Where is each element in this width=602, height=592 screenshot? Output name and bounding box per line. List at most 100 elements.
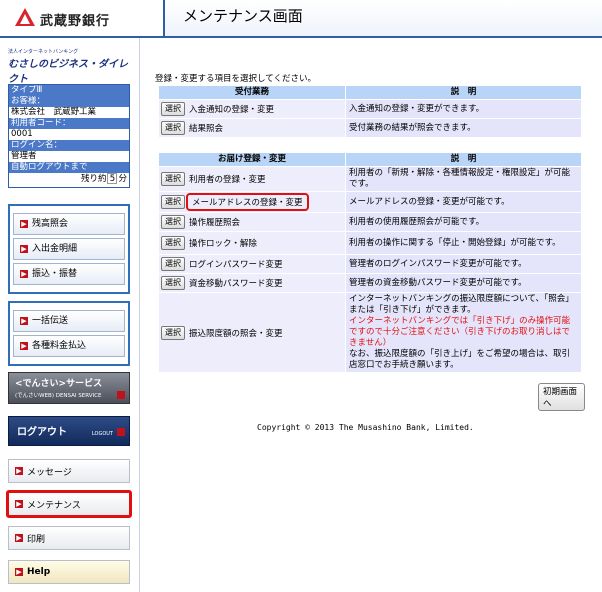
auto-logout-label: 自動ログアウトまで <box>9 162 129 173</box>
arrow-right-icon: ▶ <box>20 270 28 278</box>
row-description: 入金通知の登録・変更ができます。 <box>346 100 581 118</box>
arrow-right-icon: ▶ <box>15 534 23 542</box>
nav-label: 各種料金払込 <box>32 341 87 351</box>
arrow-right-icon <box>117 428 125 436</box>
nav-transfer[interactable]: ▶ 振込・振替 <box>13 263 125 285</box>
login-name-label: ログイン名： <box>9 140 129 151</box>
page-title: メンテナンス画面 <box>183 7 303 25</box>
maintenance-button[interactable]: ▶ メンテナンス <box>6 490 132 518</box>
arrow-right-icon <box>117 391 125 399</box>
row-description: 管理者のログインパスワード変更が可能です。 <box>346 255 581 273</box>
table-row: 選択 操作ロック・解除 <box>159 232 345 254</box>
logout-button[interactable]: ログアウト LOGOUT <box>8 416 130 446</box>
print-label: 印刷 <box>27 534 46 545</box>
row-description: インターネットバンキングの振込限度額について、「照会」または「引き下げ」ができま… <box>346 293 581 372</box>
arrow-right-icon: ▶ <box>20 245 28 253</box>
arrow-right-icon: ▶ <box>15 500 23 508</box>
arrow-right-icon: ▶ <box>20 342 28 350</box>
arrow-right-icon: ▶ <box>15 467 23 475</box>
table-row: 選択 利用者の登録・変更 <box>159 167 345 191</box>
row-label: 操作履歴照会 <box>189 218 241 228</box>
bank-name: 武蔵野銀行 <box>40 14 111 29</box>
arrow-right-icon: ▶ <box>15 568 23 576</box>
nav-group-bulk: ▶ 一括伝送 ▶ 各種料金払込 <box>8 301 130 366</box>
select-button[interactable]: 選択 <box>161 276 185 290</box>
table-header: 受付業務 <box>159 86 345 99</box>
table-row: 選択 振込限度額の照会・変更 <box>159 293 345 372</box>
registration-table: お届け登録・変更 説 明 選択 利用者の登録・変更 利用者の「新規・解除・各種情報… <box>158 152 582 373</box>
densai-subtitle: (でんさいWEB) DENSAI SERVICE <box>15 393 102 399</box>
help-label: Help <box>27 567 51 577</box>
table-row: 選択 入金通知の登録・変更 <box>159 100 345 118</box>
table-row: 選択 結果照会 <box>159 119 345 137</box>
nav-label: 残高照会 <box>32 219 69 229</box>
select-button[interactable]: 選択 <box>161 172 185 186</box>
select-button[interactable]: 選択 <box>161 257 185 271</box>
row-description: 利用者の操作に関する「停止・開始登録」が可能です。 <box>346 232 581 254</box>
print-button[interactable]: ▶ 印刷 <box>8 526 130 550</box>
help-button[interactable]: ▶ Help <box>8 560 130 584</box>
row-description: 利用者の使用履歴照会が可能です。 <box>346 213 581 231</box>
row-description: 利用者の「新規・解除・各種情報設定・権限設定」が可能です。 <box>346 167 581 191</box>
user-code-value: 0001 <box>9 129 129 140</box>
reception-table: 受付業務 説 明 選択 入金通知の登録・変更 入金通知の登録・変更ができます。 選… <box>158 85 582 138</box>
bank-logo-area: 武蔵野銀行 <box>0 0 163 38</box>
user-code-label: 利用者コード： <box>9 118 129 129</box>
select-button[interactable]: 選択 <box>161 121 185 135</box>
maintenance-label: メンテナンス <box>27 500 81 511</box>
select-button[interactable]: 選択 <box>161 236 185 250</box>
auto-logout-remaining: 残り約 5 分 <box>9 173 129 187</box>
table-row: 選択 資金移動パスワード変更 <box>159 274 345 292</box>
row-label: 入金通知の登録・変更 <box>189 105 275 115</box>
table-header: お届け登録・変更 <box>159 153 345 166</box>
header: 武蔵野銀行 メンテナンス画面 <box>0 0 602 38</box>
table-row: 選択 ログインパスワード変更 <box>159 255 345 273</box>
service-logo: 法人インターネットバンキング むさしのビジネス・ダイレクト <box>8 48 133 85</box>
row-description: 管理者の資金移動パスワード変更が可能です。 <box>346 274 581 292</box>
select-button[interactable]: 選択 <box>161 195 185 209</box>
message-button[interactable]: ▶ メッセージ <box>8 459 130 483</box>
nav-balance-inquiry[interactable]: ▶ 残高照会 <box>13 213 125 235</box>
table-header: 説 明 <box>346 153 581 166</box>
row-description: メールアドレスの登録・変更が可能です。 <box>346 192 581 212</box>
copyright: Copyright © 2013 The Musashino Bank, Lim… <box>257 423 474 432</box>
densai-service-button[interactable]: <でんさい>サービス (でんさいWEB) DENSAI SERVICE <box>8 372 130 404</box>
nav-bulk-transmission[interactable]: ▶ 一括伝送 <box>13 310 125 332</box>
user-info-panel: タイプⅢ お客様： 株式会社 武蔵野工業 利用者コード： 0001 ログイン名：… <box>8 84 130 188</box>
densai-title: <でんさい>サービス <box>15 379 103 389</box>
select-button[interactable]: 選択 <box>161 325 185 340</box>
logout-sublabel: LOGOUT <box>91 431 113 437</box>
service-logo-line1: 法人インターネットバンキング <box>8 49 79 55</box>
nav-label: 入出金明細 <box>32 244 78 254</box>
select-button[interactable]: 選択 <box>161 215 185 229</box>
login-name-value: 管理者 <box>9 151 129 162</box>
row-label: ログインパスワード変更 <box>189 260 283 270</box>
nav-fee-payment[interactable]: ▶ 各種料金払込 <box>13 335 125 357</box>
limit-warning: インターネットバンキングでは「引き下げ」のみ操作可能ですので十分ご注意ください（… <box>349 316 571 348</box>
initial-screen-button[interactable]: 初期画面へ <box>538 383 585 411</box>
remaining-unit: 分 <box>118 174 127 184</box>
row-label: 操作ロック・解除 <box>189 239 257 249</box>
limit-description: インターネットバンキングの振込限度額について、「照会」または「引き下げ」ができま… <box>349 294 574 315</box>
bank-logo-icon <box>15 8 35 26</box>
user-type: タイプⅢ <box>9 85 129 96</box>
title-bar: メンテナンス画面 <box>163 0 602 38</box>
service-logo-line2: むさしのビジネス・ダイレクト <box>8 59 128 85</box>
limit-note: なお、振込限度額の「引き上げ」をご希望の場合は、取引店窓口でお手続き願います。 <box>349 349 571 370</box>
instruction-text: 登録・変更する項目を選択してください。 <box>155 74 316 84</box>
row-label: 振込限度額の照会・変更 <box>189 328 283 339</box>
nav-transaction-details[interactable]: ▶ 入出金明細 <box>13 238 125 260</box>
nav-label: 振込・振替 <box>32 269 78 279</box>
row-label: 利用者の登録・変更 <box>189 175 266 185</box>
company-value: 株式会社 武蔵野工業 <box>9 107 129 118</box>
nav-label: 一括伝送 <box>32 316 69 326</box>
select-button[interactable]: 選択 <box>161 102 185 116</box>
remaining-minutes: 5 <box>107 173 118 184</box>
row-label: 結果照会 <box>189 124 224 134</box>
table-row: 選択 操作履歴照会 <box>159 213 345 231</box>
nav-group-accounts: ▶ 残高照会 ▶ 入出金明細 ▶ 振込・振替 <box>8 204 130 294</box>
table-row: 選択 メールアドレスの登録・変更 <box>159 192 345 212</box>
row-description: 受付業務の結果が照会できます。 <box>346 119 581 137</box>
company-label: お客様： <box>9 96 129 107</box>
table-header: 説 明 <box>346 86 581 99</box>
